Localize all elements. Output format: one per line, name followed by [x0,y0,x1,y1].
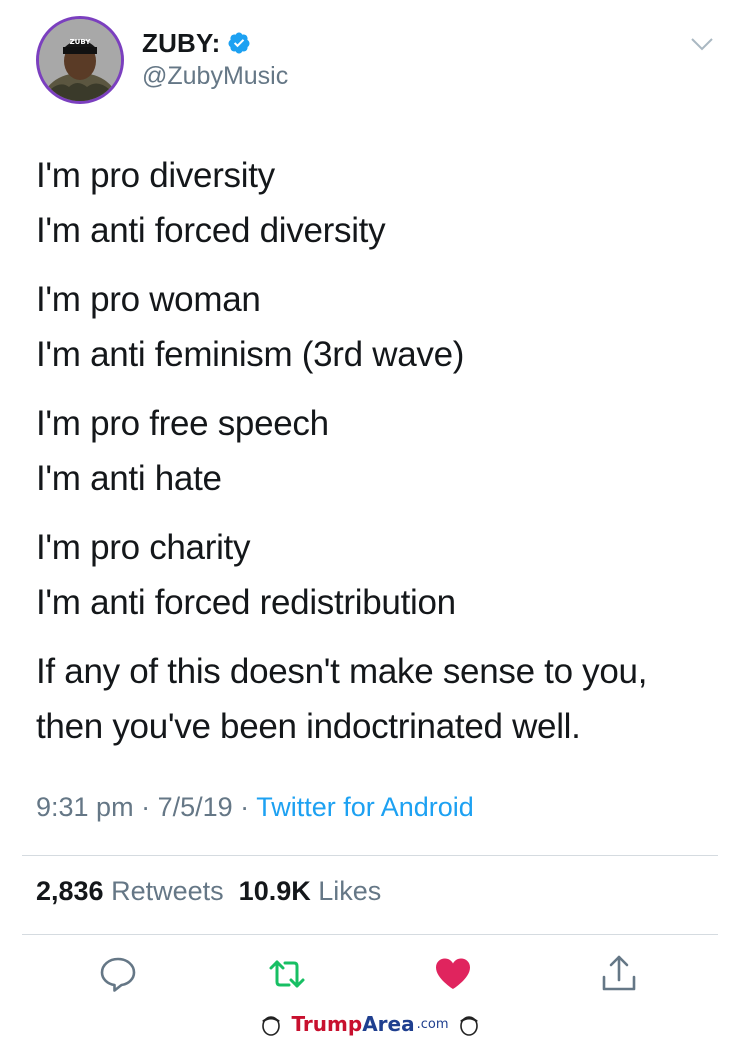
engagement-stats: 2,836 Retweets 10.9K Likes [36,876,381,907]
tweet-date[interactable]: 7/5/19 [158,792,233,822]
tweet-header: ZUBY ZUBY: @ZubyMusic [36,16,716,108]
tweet-source-link[interactable]: Twitter for Android [256,792,474,822]
tweet-paragraph: I'm pro charity I'm anti forced redistri… [36,520,716,630]
share-icon[interactable] [599,954,639,994]
tweet-text: I'm pro diversity I'm anti forced divers… [36,148,716,768]
user-handle[interactable]: @ZubyMusic [142,62,288,91]
retweet-icon[interactable] [267,954,307,994]
watermark-part3: .com [416,1016,449,1032]
avatar-photo: ZUBY [39,19,121,101]
user-name-block: ZUBY: @ZubyMusic [142,26,288,91]
divider [22,934,718,935]
meta-separator: · [141,792,158,822]
watermark-face-icon [459,1016,478,1036]
retweets-count: 2,836 [36,876,104,906]
likes-stat[interactable]: 10.9K Likes [239,876,382,906]
watermark-part1: Trump [291,1012,363,1036]
tweet-line: If any of this doesn't make sense to you… [36,652,648,691]
tweet-line: I'm pro charity [36,528,251,567]
display-name[interactable]: ZUBY: [142,28,221,59]
tweet-paragraph: I'm pro free speech I'm anti hate [36,396,716,506]
verified-badge-icon [228,32,250,54]
chevron-down-icon[interactable] [688,30,716,58]
tweet-line: I'm pro woman [36,280,261,319]
divider [22,855,718,856]
tweet-line: I'm anti forced redistribution [36,583,456,622]
tweet-line: I'm anti feminism (3rd wave) [36,335,465,374]
tweet-line: I'm pro free speech [36,404,329,443]
tweet-paragraph: I'm pro diversity I'm anti forced divers… [36,148,716,258]
heart-icon[interactable] [433,954,473,994]
avatar[interactable]: ZUBY [36,16,124,104]
likes-label: Likes [318,876,382,906]
watermark-face-icon [262,1016,281,1036]
retweets-stat[interactable]: 2,836 Retweets [36,876,224,906]
tweet-paragraph: I'm pro woman I'm anti feminism (3rd wav… [36,272,716,382]
avatar-cap-text: ZUBY [70,38,92,46]
meta-separator: · [240,792,257,822]
tweet-paragraph: If any of this doesn't make sense to you… [36,644,716,754]
reply-icon[interactable] [98,954,138,994]
action-bar [0,950,740,998]
tweet-line: I'm anti hate [36,459,222,498]
tweet-line: I'm pro diversity [36,156,275,195]
site-watermark: Trump Area .com [0,1010,740,1038]
tweet-line: then you've been indoctrinated well. [36,707,581,746]
tweet-line: I'm anti forced diversity [36,211,386,250]
watermark-part2: Area [362,1012,415,1036]
likes-count: 10.9K [238,876,311,906]
tweet-time: 9:31 pm [36,792,134,822]
tweet-meta: 9:31 pm · 7/5/19 · Twitter for Android [36,792,474,823]
retweets-label: Retweets [111,876,224,906]
